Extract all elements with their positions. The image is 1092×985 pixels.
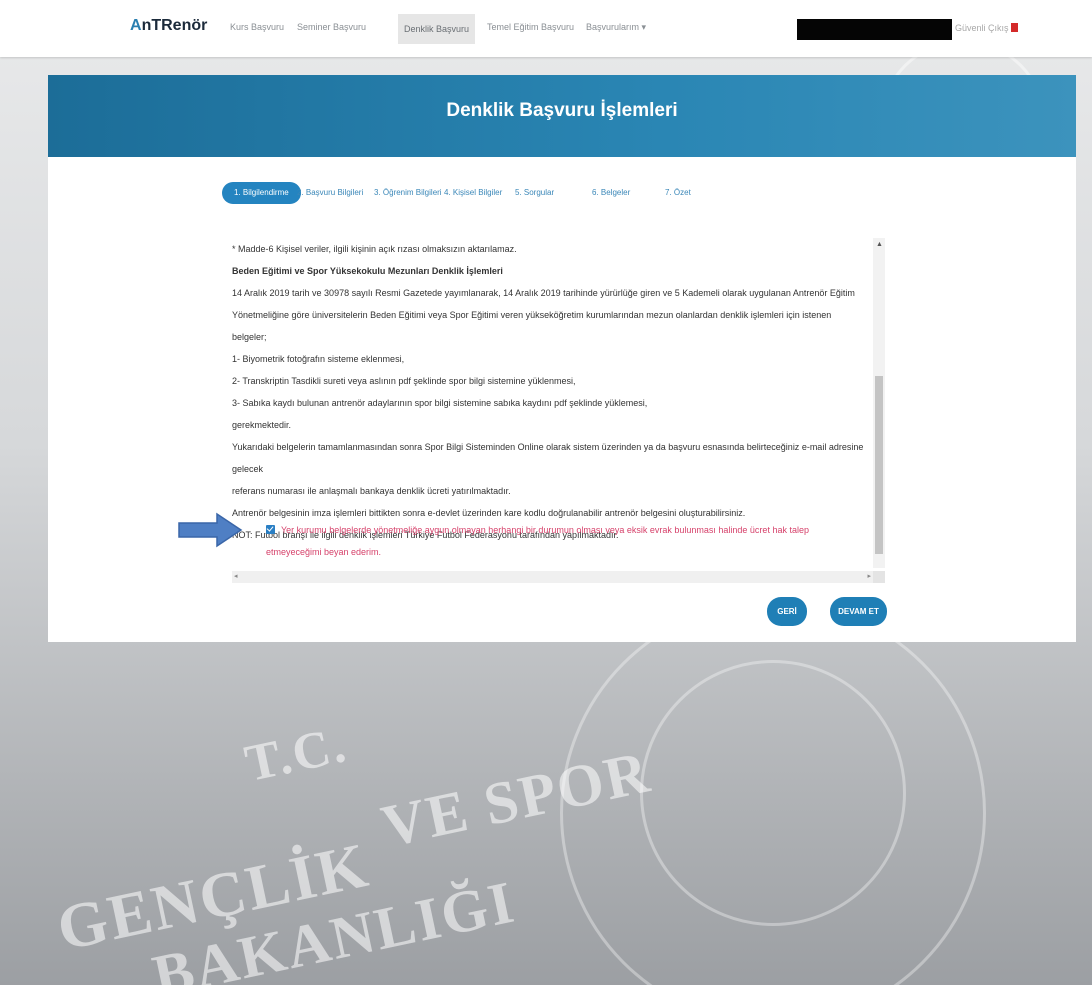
step-belgeler[interactable]: 6. Belgeler (592, 182, 630, 204)
nav-item-temel-egitim[interactable]: Temel Eğitim Başvuru (487, 22, 574, 32)
page-title: Denklik Başvuru İşlemleri (446, 100, 678, 121)
step-kisisel-bilgiler[interactable]: 4. Kişisel Bilgiler (444, 182, 502, 204)
info-line: * Madde-6 Kişisel veriler, ilgili kişini… (232, 244, 517, 254)
info-heading: Beden Eğitimi ve Spor Yüksekokulu Mezunl… (232, 266, 503, 276)
step-bilgilendirme[interactable]: 1. Bilgilendirme (222, 182, 301, 204)
horizontal-scrollbar[interactable]: ◂ ▸ (232, 571, 873, 583)
back-button[interactable]: GERİ (767, 597, 807, 626)
info-line: Yönetmeliğine göre üniversitelerin Beden… (232, 310, 832, 342)
consent-checkbox-row[interactable]: Yer kurumu belgelerde yönetmeliğe aygun … (266, 519, 871, 563)
info-line: 3- Sabıka kaydı bulunan antrenör adaylar… (232, 398, 648, 408)
top-navbar: AnTRenör Kurs Başvuru Seminer Başvuru De… (0, 0, 1092, 57)
scroll-up-icon[interactable]: ▲ (876, 241, 883, 248)
info-line: gerekmektedir. (232, 420, 292, 430)
step-sorgular[interactable]: 5. Sorgular (515, 182, 554, 204)
nav-item-seminer[interactable]: Seminer Başvuru (297, 22, 366, 32)
nav-item-basvurularim[interactable]: Başvurularım ▾ (586, 22, 646, 33)
consent-text-1: Yer kurumu belgelerde yönetmeliğe aygun … (281, 525, 809, 535)
info-line: 14 Aralık 2019 tarih ve 30978 sayılı Res… (232, 288, 855, 298)
scrollbar-thumb[interactable] (875, 376, 883, 554)
background-watermark: T.C. (240, 715, 353, 794)
nav-item-denklik[interactable]: Denklik Başvuru (398, 14, 476, 44)
info-line: 1- Biyometrik fotoğrafın sisteme eklenme… (232, 354, 405, 364)
step-ogrenim-bilgileri[interactable]: 3. Öğrenim Bilgileri (374, 182, 442, 204)
info-line: Yukarıdaki belgelerin tamamlanmasından s… (232, 442, 864, 474)
app-logo[interactable]: AnTRenör (130, 17, 207, 35)
info-line: 2- Transkriptin Tasdikli sureti veya asl… (232, 376, 576, 386)
scroll-left-icon[interactable]: ◂ (234, 572, 238, 580)
step-basvuru-bilgileri[interactable]: 2. Başvuru Bilgileri (297, 182, 363, 204)
continue-button[interactable]: DEVAM ET (830, 597, 887, 626)
logout-label: Güvenli Çıkış (955, 23, 1009, 33)
logout-link[interactable]: Güvenli Çıkış (955, 23, 1018, 33)
page-header-banner: Denklik Başvuru İşlemleri (48, 75, 1076, 157)
consent-checkbox[interactable] (266, 525, 275, 534)
info-text: * Madde-6 Kişisel veriler, ilgili kişini… (232, 238, 868, 546)
scroll-right-icon[interactable]: ▸ (867, 572, 871, 580)
vertical-scrollbar[interactable]: ▲ (873, 238, 885, 568)
nav-item-kurs[interactable]: Kurs Başvuru (230, 22, 284, 32)
step-ozet[interactable]: 7. Özet (665, 182, 691, 204)
logout-icon (1010, 23, 1018, 32)
arrow-annotation-icon (178, 512, 243, 548)
consent-text-2: etmeyeceğimi beyan ederim. (266, 547, 382, 557)
redacted-user-name (797, 19, 952, 40)
info-line: referans numarası ile anlaşmalı bankaya … (232, 486, 511, 496)
scrollbar-corner (873, 571, 885, 583)
